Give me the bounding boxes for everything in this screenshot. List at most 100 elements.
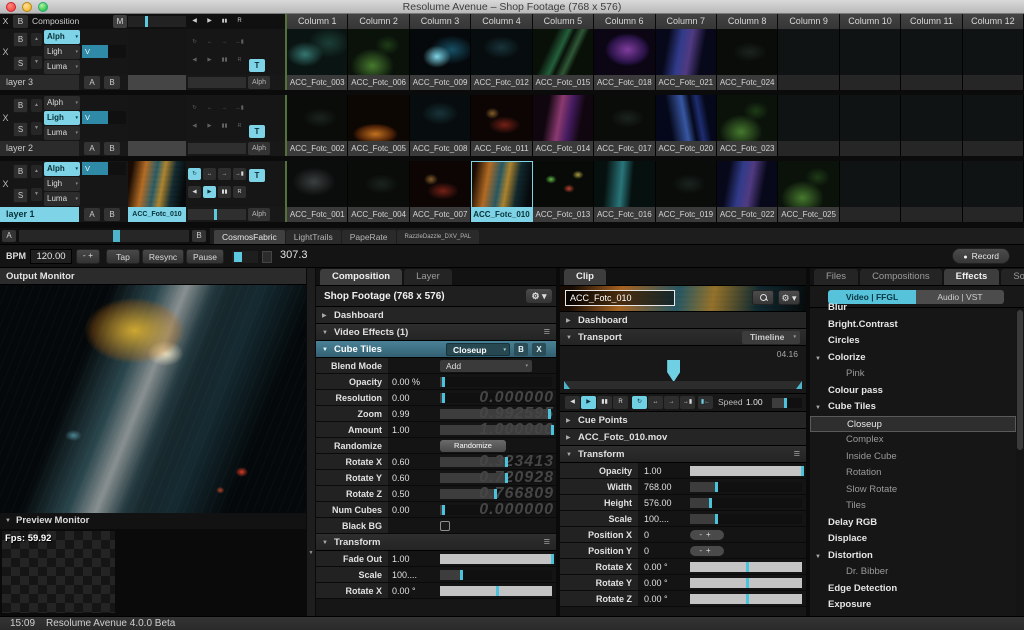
- effect-item[interactable]: Exposure: [810, 597, 1016, 614]
- playhead-marker[interactable]: [667, 360, 680, 382]
- clip-rotate-z-slider[interactable]: [690, 594, 802, 604]
- effect-preset-item[interactable]: Pink: [810, 366, 1016, 383]
- comp-pause-icon[interactable]: ▮▮: [218, 15, 231, 28]
- effect-preset-item[interactable]: Complex: [810, 432, 1016, 449]
- column-header-3[interactable]: Column 3: [410, 14, 471, 29]
- clip-cell-empty[interactable]: [840, 29, 901, 90]
- forward-icon[interactable]: →: [664, 396, 679, 409]
- clip-cell[interactable]: ACC_Fotc_003: [287, 29, 348, 90]
- master-m-button[interactable]: M: [113, 15, 127, 28]
- bounce-icon[interactable]: ↔: [203, 36, 216, 48]
- layer3-mode-alpha[interactable]: Alph▾: [44, 30, 80, 44]
- layer1-bypass-button[interactable]: B: [13, 164, 28, 179]
- layer3-a-button[interactable]: A: [84, 76, 100, 89]
- layer1-up-icon[interactable]: ▲: [31, 165, 42, 178]
- column-header-4[interactable]: Column 4: [471, 14, 532, 29]
- clip-cell[interactable]: ACC_Fotc_025: [778, 161, 839, 222]
- back-icon[interactable]: ◀: [188, 54, 201, 66]
- layer3-solo-button[interactable]: S: [13, 56, 28, 71]
- clip-cell[interactable]: ACC_Fotc_015: [533, 29, 594, 90]
- cube-tiles-effect-header[interactable]: ▼ Cube Tiles Closeup▾ B X: [316, 341, 556, 358]
- column-header-8[interactable]: Column 8: [717, 14, 778, 29]
- effect-preset-item[interactable]: Dr. Bibber: [810, 564, 1016, 581]
- effect-group[interactable]: ▼Distortion: [810, 548, 1016, 565]
- effects-scrollbar[interactable]: [1016, 308, 1024, 616]
- play-icon[interactable]: ▶: [581, 396, 596, 409]
- layer1-mode-light[interactable]: Ligh▾: [44, 177, 80, 191]
- width-slider[interactable]: [690, 482, 802, 492]
- crossfader-slider[interactable]: [19, 230, 189, 242]
- loop-icon[interactable]: ↻: [188, 36, 201, 48]
- menu-icon[interactable]: ≡: [544, 324, 550, 341]
- clip-cell[interactable]: ACC_Fotc_016: [594, 161, 655, 222]
- column-header-7[interactable]: Column 7: [656, 14, 717, 29]
- layer3-b-button[interactable]: B: [104, 76, 120, 89]
- clip-cell[interactable]: ACC_Fotc_013: [533, 161, 594, 222]
- layer3-x-button[interactable]: X: [0, 29, 11, 75]
- comp-back-icon[interactable]: ◀: [188, 15, 201, 28]
- menu-icon[interactable]: ≡: [794, 446, 800, 463]
- effect-remove-button[interactable]: X: [532, 343, 546, 356]
- clip-file-section[interactable]: ▶ ACC_Fotc_010.mov: [560, 429, 806, 446]
- layer2-bypass-button[interactable]: B: [13, 98, 28, 113]
- clip-cell[interactable]: ACC_Fotc_007: [410, 161, 471, 222]
- layer2-transition-bar[interactable]: [188, 143, 246, 154]
- loop-icon[interactable]: ↻: [188, 102, 201, 114]
- clip-cell[interactable]: ACC_Fotc_012: [471, 29, 532, 90]
- loop-icon[interactable]: ↻: [188, 168, 201, 180]
- effect-preset-item[interactable]: Slow Rotate: [810, 482, 1016, 499]
- record-button[interactable]: ●Record: [952, 248, 1010, 264]
- column-header-6[interactable]: Column 6: [594, 14, 655, 29]
- menu-icon[interactable]: ≡: [544, 534, 550, 551]
- column-header-9[interactable]: Column 9: [778, 14, 839, 29]
- comp-rotate-x-slider[interactable]: [440, 586, 552, 596]
- column-header-11[interactable]: Column 11: [901, 14, 962, 29]
- effect-item[interactable]: Blur: [810, 300, 1016, 317]
- master-bypass-button[interactable]: B: [13, 15, 28, 28]
- deck-tab-cosmosfabric[interactable]: CosmosFabric: [214, 230, 285, 244]
- layer3-transition-bar[interactable]: [188, 77, 246, 88]
- column-header-5[interactable]: Column 5: [533, 14, 594, 29]
- layer1-b-button[interactable]: B: [104, 208, 120, 221]
- bpm-dec-inc[interactable]: - +: [76, 249, 100, 264]
- clip-cell[interactable]: ACC_Fotc_005: [348, 95, 409, 156]
- gear-icon[interactable]: ⚙ ▾: [778, 290, 800, 305]
- preview-monitor-header[interactable]: ▼ Preview Monitor: [0, 513, 306, 529]
- clip-cell[interactable]: ACC_Fotc_019: [656, 161, 717, 222]
- dashboard-section[interactable]: ▶ Dashboard: [316, 307, 556, 324]
- column-header-2[interactable]: Column 2: [348, 14, 409, 29]
- tab-effects[interactable]: Effects: [944, 269, 1000, 285]
- tab-files[interactable]: Files: [814, 269, 858, 285]
- layer2-x-button[interactable]: X: [0, 95, 11, 141]
- layer1-a-button[interactable]: A: [84, 208, 100, 221]
- play-once-icon[interactable]: →▮: [233, 36, 246, 48]
- layer1-active-clip-thumbnail[interactable]: [128, 161, 186, 207]
- clip-cell[interactable]: ACC_Fotc_021: [656, 29, 717, 90]
- scroll-down-icon[interactable]: ▼: [307, 550, 315, 556]
- play-icon[interactable]: ▶: [203, 54, 216, 66]
- layer2-mode-alpha[interactable]: Alph▾: [44, 96, 80, 110]
- clip-cell[interactable]: ACC_Fotc_022: [717, 161, 778, 222]
- fade-out-slider[interactable]: [440, 554, 552, 564]
- layer3-name[interactable]: layer 3: [0, 75, 79, 90]
- layer1-transition-bar[interactable]: [188, 209, 246, 220]
- effect-preset-item-selected[interactable]: Closeup: [810, 416, 1016, 433]
- play-icon[interactable]: ▶: [203, 186, 216, 198]
- layer1-active-clip-name[interactable]: ACC_Fotc_010: [128, 207, 186, 222]
- play-once-icon[interactable]: →▮: [680, 396, 695, 409]
- clip-cell-empty[interactable]: [778, 95, 839, 156]
- column-header-1[interactable]: Column 1: [287, 14, 348, 29]
- composition-transform-section[interactable]: ▼ Transform ≡: [316, 534, 556, 551]
- master-level-slider[interactable]: [128, 16, 186, 27]
- clip-cell[interactable]: ACC_Fotc_023: [717, 95, 778, 156]
- layer1-mode-alpha[interactable]: Alph▾: [44, 162, 80, 176]
- clip-cell[interactable]: ACC_Fotc_004: [348, 161, 409, 222]
- deck-tab-lighttrails[interactable]: LightTrails: [286, 230, 341, 244]
- bounce-icon[interactable]: ↔: [203, 102, 216, 114]
- layer1-transition-button[interactable]: T: [249, 169, 265, 182]
- video-effects-section[interactable]: ▼ Video Effects (1) ≡: [316, 324, 556, 341]
- pause-icon[interactable]: ▮▮: [597, 396, 612, 409]
- position-x-stepper[interactable]: -+: [690, 530, 724, 540]
- clip-cell[interactable]: ACC_Fotc_017: [594, 95, 655, 156]
- speed-slider[interactable]: [772, 398, 802, 408]
